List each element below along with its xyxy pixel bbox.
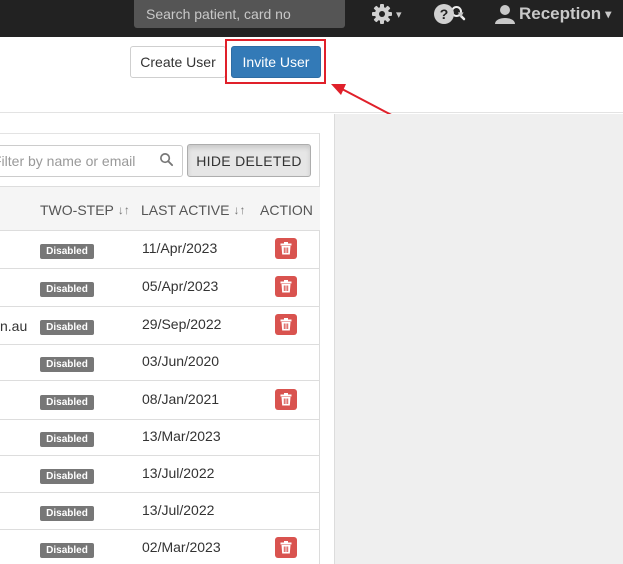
user-filter-input[interactable] [0,145,183,177]
two-step-status-badge: Disabled [40,282,94,297]
two-step-status-badge: Disabled [40,432,94,447]
highlight-box [225,39,326,84]
sort-icon: ↓↑ [117,202,130,217]
two-step-status-badge: Disabled [40,244,94,259]
table-header: TWO-STEP ↓↑ LAST ACTIVE ↓↑ ACTION [0,186,320,231]
help-menu[interactable]: ? ▾ [433,0,464,28]
last-active-cell: 13/Jul/2022 [142,502,215,518]
gear-icon [372,4,392,24]
create-user-button[interactable]: Create User [130,46,226,78]
users-table-panel: HIDE DELETED TWO-STEP ↓↑ LAST ACTIVE ↓↑ … [0,133,320,564]
two-step-status-badge: Disabled [40,357,94,372]
chevron-down-icon: ▾ [396,8,402,21]
trash-icon [280,541,292,554]
hide-deleted-toggle[interactable]: HIDE DELETED [187,144,311,177]
two-step-status-badge: Disabled [40,320,94,335]
table-row[interactable]: Disabled 05/Apr/2023 [0,269,320,307]
column-two-step[interactable]: TWO-STEP ↓↑ [40,187,130,232]
two-step-status-badge: Disabled [40,395,94,410]
top-navbar: ▾ ? ▾ Reception ▾ [0,0,623,37]
table-row[interactable]: Disabled 03/Jun/2020 [0,345,320,381]
chevron-down-icon: ▾ [605,7,612,21]
user-menu-label: Reception [519,4,602,23]
last-active-cell: 13/Jul/2022 [142,465,215,481]
delete-user-button[interactable] [275,314,297,335]
svg-text:?: ? [440,6,449,22]
page: ▾ ? ▾ Reception ▾ Create User Invite Use… [0,0,623,564]
trash-icon [280,318,292,331]
delete-user-button[interactable] [275,389,297,410]
side-panel [334,114,623,564]
chevron-down-icon: ▾ [458,8,464,21]
last-active-cell: 03/Jun/2020 [142,353,220,369]
search-icon [160,153,174,167]
table-row[interactable]: Disabled 13/Mar/2023 [0,420,320,456]
table-row[interactable]: Disabled 13/Jul/2022 [0,456,320,493]
trash-icon [280,393,292,406]
column-action: ACTION [260,187,313,232]
trash-icon [280,242,292,255]
last-active-cell: 05/Apr/2023 [142,278,219,294]
table-row[interactable]: Disabled 02/Mar/2023 [0,530,320,564]
column-label: TWO-STEP [40,201,114,218]
two-step-status-badge: Disabled [40,469,94,484]
table-row[interactable]: n.au Disabled 29/Sep/2022 [0,307,320,345]
table-row[interactable]: Disabled 08/Jan/2021 [0,381,320,420]
table-row[interactable]: Disabled 13/Jul/2022 [0,493,320,530]
delete-user-button[interactable] [275,276,297,297]
delete-user-button[interactable] [275,238,297,259]
settings-menu[interactable]: ▾ [371,0,402,28]
last-active-cell: 08/Jan/2021 [142,391,220,407]
two-step-status-badge: Disabled [40,506,94,521]
table-row[interactable]: Disabled 11/Apr/2023 [0,231,320,269]
last-active-cell: 11/Apr/2023 [142,240,218,256]
user-menu[interactable]: Reception ▾ [494,0,611,28]
user-icon [495,5,515,24]
last-active-cell: 29/Sep/2022 [142,316,222,332]
help-icon: ? [434,4,454,24]
patient-search-input[interactable] [134,0,319,28]
delete-user-button[interactable] [275,537,297,558]
last-active-cell: 13/Mar/2023 [142,428,221,444]
trash-icon [280,280,292,293]
user-email-cell: n.au [0,318,28,334]
patient-search [134,0,466,28]
sort-icon: ↓↑ [233,202,246,217]
column-label: ACTION [260,201,313,218]
two-step-status-badge: Disabled [40,543,94,558]
column-label: LAST ACTIVE [141,201,230,218]
last-active-cell: 02/Mar/2023 [142,539,221,555]
column-last-active[interactable]: LAST ACTIVE ↓↑ [141,187,245,232]
